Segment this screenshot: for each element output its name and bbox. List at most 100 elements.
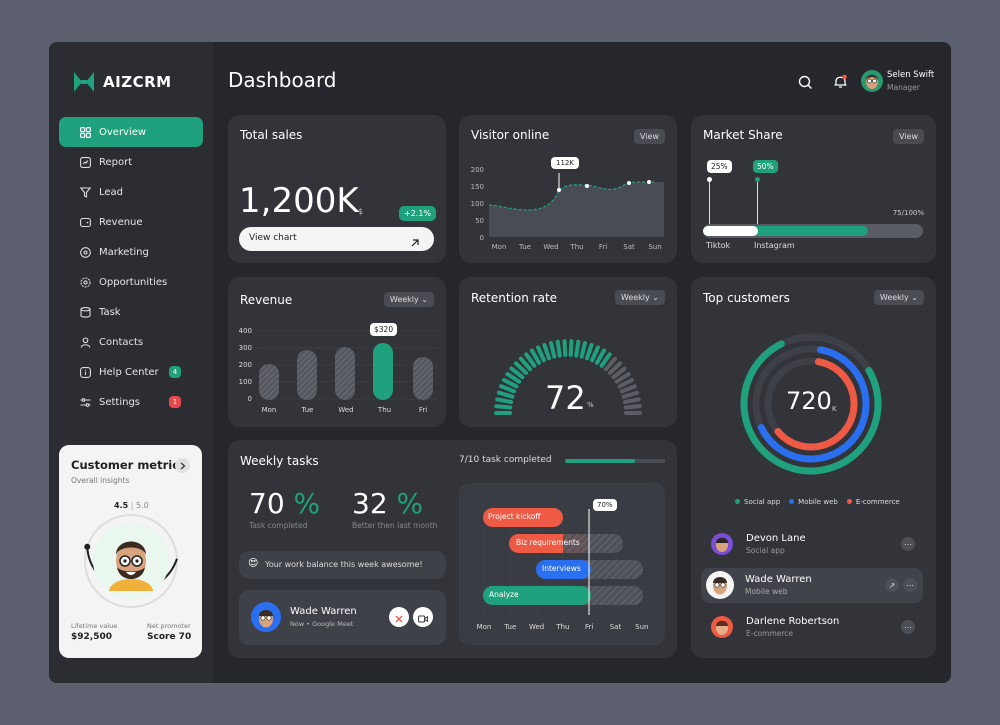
stat-task-completed: 70 %	[249, 487, 320, 520]
settings-count-badge: 1	[169, 396, 181, 408]
y-tick-label: 200	[471, 166, 484, 174]
report-icon	[79, 156, 91, 168]
period-dropdown[interactable]: Weekly ⌄	[614, 290, 665, 305]
sidebar-item-opportunities[interactable]: Opportunities	[59, 267, 203, 297]
gauge-tick	[499, 384, 517, 394]
customer-row[interactable]: Darlene Robertson E-commerce ⋯	[701, 611, 923, 643]
app-window: AIZCRM Overview Report Lead Revenue Mark…	[49, 42, 951, 683]
x-tick-label: Wed	[529, 623, 544, 631]
x-tick-label: Mon	[262, 406, 277, 414]
customer-source: Social app	[746, 546, 785, 555]
gantt-bar-label: Project kickoff	[488, 512, 541, 521]
customer-row[interactable]: Devon Lane Social app ⋯	[701, 528, 923, 560]
customer-source: Mobile web	[745, 587, 788, 596]
y-tick-label: 50	[475, 217, 484, 225]
legend-label: Social app	[744, 498, 781, 506]
period-label: Weekly	[389, 295, 419, 304]
sidebar: AIZCRM Overview Report Lead Revenue Mark…	[49, 42, 213, 683]
meeting-avatar	[251, 602, 281, 632]
sidebar-item-label: Task	[99, 306, 121, 318]
gauge-tick	[536, 345, 546, 363]
instagram-label: Instagram	[754, 241, 795, 250]
message-text: Your work balance this week awesome!	[265, 560, 423, 569]
revenue-tooltip: $320	[370, 323, 398, 336]
arrow-up-right-icon[interactable]: ↗	[885, 578, 899, 592]
x-tick-label: Sun	[648, 243, 661, 251]
more-options-icon[interactable]: ⋯	[903, 578, 917, 592]
view-button[interactable]: View	[893, 129, 924, 144]
sidebar-item-task[interactable]: Task	[59, 297, 203, 327]
gauge-tick	[621, 390, 640, 399]
customer-name: Devon Lane	[746, 533, 806, 544]
view-chart-button[interactable]: View chart	[239, 227, 434, 251]
customers-center-unit: K	[832, 405, 837, 413]
card-title: Visitor online	[471, 128, 550, 142]
user-icon	[79, 336, 91, 348]
more-options-icon[interactable]: ⋯	[901, 620, 915, 634]
instagram-dot	[755, 177, 760, 182]
change-badge: +2.1%	[399, 206, 437, 221]
x-tick-label: Fri	[599, 243, 607, 251]
retention-card: Retention rate Weekly ⌄ 72 %	[459, 277, 677, 427]
period-dropdown[interactable]: Weekly ⌄	[873, 290, 924, 305]
decline-call-button[interactable]	[389, 607, 409, 627]
brand-logo[interactable]: AIZCRM	[73, 71, 172, 93]
meeting-name: Wade Warren	[290, 606, 357, 617]
legend-label: Mobile web	[798, 498, 838, 506]
brand-name: AIZCRM	[103, 73, 172, 91]
stat-label: Task completed	[249, 521, 308, 530]
customer-avatar	[706, 571, 734, 599]
rating-gauge	[84, 514, 178, 608]
search-icon[interactable]	[794, 71, 816, 93]
promoter-value: Score 70	[147, 632, 192, 642]
x-tick-label: Tue	[518, 243, 531, 251]
meeting-card[interactable]: Wade Warren Now • Google Meet	[239, 590, 446, 645]
card-title: Retention rate	[471, 291, 558, 305]
x-tick-label: Tue	[503, 623, 516, 631]
sidebar-item-label: Settings	[99, 396, 141, 408]
sidebar-item-revenue[interactable]: Revenue	[59, 207, 203, 237]
close-icon	[395, 608, 403, 627]
gauge-tick	[579, 341, 587, 359]
customer-row-highlighted[interactable]: Wade Warren Mobile web ↗ ⋯	[701, 568, 923, 603]
sidebar-item-overview[interactable]: Overview	[59, 117, 203, 147]
sidebar-item-contacts[interactable]: Contacts	[59, 327, 203, 357]
chevron-down-icon: ⌄	[911, 293, 918, 302]
stat-value: 70	[249, 487, 285, 520]
sidebar-item-help-center[interactable]: Help Center 4	[59, 357, 203, 387]
y-tick-label: 100	[239, 378, 252, 386]
tiktok-dot	[707, 177, 712, 182]
x-tick-label: Wed	[543, 243, 558, 251]
gauge-tick	[562, 339, 568, 358]
x-tick-label: Thu	[377, 406, 391, 414]
gauge-tick	[584, 342, 594, 361]
stat-unit: %	[396, 487, 424, 520]
card-title: Weekly tasks	[240, 454, 319, 468]
sidebar-item-report[interactable]: Report	[59, 147, 203, 177]
sidebar-item-lead[interactable]: Lead	[59, 177, 203, 207]
x-tick-label: Fri	[419, 406, 427, 414]
sidebar-item-marketing[interactable]: Marketing	[59, 237, 203, 267]
sidebar-item-settings[interactable]: Settings 1	[59, 387, 203, 417]
sidebar-item-label: Overview	[99, 126, 147, 138]
video-call-button[interactable]	[413, 607, 433, 627]
period-dropdown[interactable]: Weekly ⌄	[383, 292, 434, 307]
gauge-tick	[590, 345, 600, 363]
view-button[interactable]: View	[634, 129, 665, 144]
user-avatar[interactable]	[861, 70, 883, 92]
chevron-right-icon[interactable]	[175, 458, 190, 473]
visitor-tooltip: 112K	[551, 157, 579, 169]
sidebar-item-label: Opportunities	[99, 276, 168, 288]
more-options-icon[interactable]: ⋯	[901, 537, 915, 551]
sidebar-item-label: Contacts	[99, 336, 144, 348]
bell-icon[interactable]	[829, 70, 851, 92]
help-count-badge: 4	[169, 366, 181, 378]
stat-value: 32	[352, 487, 388, 520]
x-tick-label: Mon	[477, 623, 492, 631]
visitor-line-chart: 200 150 100 50 0 Mon Tue Wed Thu Fri Sat Sun	[471, 166, 664, 251]
customer-name: Wade Warren	[745, 574, 812, 585]
stat-label: Better then last month	[352, 521, 438, 530]
smile-emoji-icon: 😍	[248, 558, 259, 569]
stat-unit: %	[293, 487, 321, 520]
grid-icon	[79, 126, 91, 138]
